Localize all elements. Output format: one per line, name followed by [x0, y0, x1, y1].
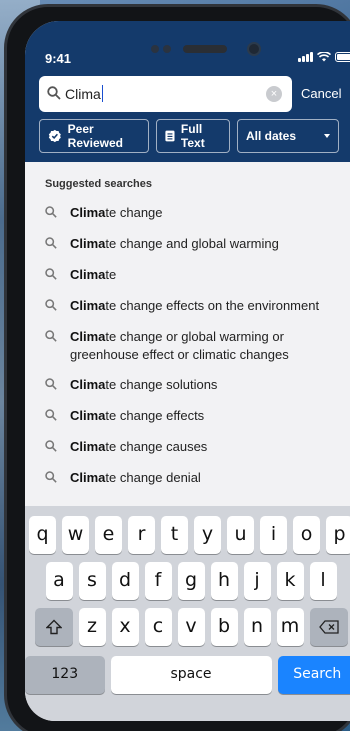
key-x[interactable]: x: [111, 608, 139, 646]
key-j[interactable]: j: [243, 562, 271, 600]
filter-bar: Peer Reviewed Full Text All dates: [39, 119, 339, 153]
key-b[interactable]: b: [210, 608, 238, 646]
search-icon: [45, 299, 57, 311]
search-icon: [47, 86, 61, 100]
suggestion-item[interactable]: Climate change or global warming or gree…: [25, 321, 350, 369]
key-n[interactable]: n: [243, 608, 271, 646]
key-s[interactable]: s: [78, 562, 106, 600]
status-icons: [298, 52, 350, 62]
keyboard-row-2: a s d f g h j k l: [25, 562, 350, 600]
suggestion-text: Climate: [70, 267, 117, 282]
key-a[interactable]: a: [45, 562, 73, 600]
keyboard-row-4: 123 space Search: [25, 656, 350, 694]
key-m[interactable]: m: [276, 608, 304, 646]
search-key[interactable]: Search: [277, 656, 350, 694]
backspace-icon: [318, 620, 339, 634]
search-icon: [45, 268, 57, 280]
suggestion-item[interactable]: Climate: [25, 259, 350, 290]
key-u[interactable]: u: [227, 516, 254, 554]
full-text-filter[interactable]: Full Text: [156, 119, 230, 153]
key-v[interactable]: v: [177, 608, 205, 646]
app-screen: 9:41 Clima × Cancel Peer Reviewed Full T…: [25, 21, 350, 721]
suggestion-text: Climate change: [70, 205, 163, 220]
suggestion-text: Climate change denial: [70, 470, 201, 485]
key-y[interactable]: y: [194, 516, 221, 554]
key-l[interactable]: l: [309, 562, 337, 600]
suggestion-text: Climate change and global warming: [70, 236, 279, 251]
suggestion-item[interactable]: Climate change causes: [25, 431, 350, 462]
shift-key[interactable]: [34, 608, 73, 646]
suggestion-item[interactable]: Climate change denial: [25, 462, 350, 493]
battery-icon: [335, 52, 350, 62]
keyboard-row-3: z x c v b n m: [25, 608, 350, 646]
full-text-label: Full Text: [180, 122, 205, 150]
date-range-label: All dates: [246, 129, 297, 143]
suggestion-text: Climate change effects on the environmen…: [70, 298, 320, 313]
search-icon: [45, 330, 57, 342]
numbers-key[interactable]: 123: [25, 656, 105, 694]
suggested-searches-heading: Suggested searches: [45, 178, 152, 190]
key-h[interactable]: h: [210, 562, 238, 600]
suggestion-item[interactable]: Climate change solutions: [25, 369, 350, 400]
search-query-text: Clima: [65, 85, 104, 102]
shift-icon: [44, 619, 63, 635]
key-q[interactable]: q: [29, 516, 56, 554]
clear-search-icon[interactable]: ×: [266, 86, 282, 102]
suggestion-item[interactable]: Climate change effects: [25, 400, 350, 431]
status-time: 9:41: [45, 51, 72, 66]
on-screen-keyboard: q w e r t y u i o p a s d f g h j k l z …: [25, 506, 350, 721]
search-icon: [45, 409, 57, 421]
camera-notch: [143, 39, 273, 61]
search-query: Clima: [65, 85, 101, 102]
key-e[interactable]: e: [95, 516, 122, 554]
suggestion-text: Climate change or global warming or gree…: [70, 329, 289, 362]
document-icon: [165, 130, 175, 142]
verified-badge-icon: [48, 129, 61, 143]
key-c[interactable]: c: [144, 608, 172, 646]
text-cursor: [101, 85, 104, 102]
key-d[interactable]: d: [111, 562, 139, 600]
search-icon: [45, 440, 57, 452]
key-p[interactable]: p: [326, 516, 350, 554]
key-t[interactable]: t: [161, 516, 188, 554]
suggestion-text: Climate change effects: [70, 408, 205, 423]
suggestion-item[interactable]: Climate change effects on the environmen…: [25, 290, 350, 321]
suggestion-item[interactable]: Climate change: [25, 197, 350, 228]
search-icon: [45, 206, 57, 218]
search-icon: [45, 471, 57, 483]
cellular-signal-icon: [298, 52, 313, 62]
key-z[interactable]: z: [78, 608, 106, 646]
keyboard-row-1: q w e r t y u i o p: [25, 516, 350, 554]
suggestion-text: Climate change causes: [70, 439, 208, 454]
suggestion-item[interactable]: Climate change and global warming: [25, 228, 350, 259]
search-icon: [45, 237, 57, 249]
key-r[interactable]: r: [128, 516, 155, 554]
suggestion-list: Climate change Climate change and global…: [25, 197, 350, 493]
chevron-down-icon: [324, 134, 330, 138]
key-g[interactable]: g: [177, 562, 205, 600]
space-key[interactable]: space: [110, 656, 272, 694]
date-range-dropdown[interactable]: All dates: [237, 119, 339, 153]
search-icon: [45, 378, 57, 390]
search-input[interactable]: Clima ×: [39, 76, 292, 112]
key-i[interactable]: i: [260, 516, 287, 554]
wifi-icon: [317, 52, 331, 62]
phone-frame: 9:41 Clima × Cancel Peer Reviewed Full T…: [4, 4, 350, 731]
cancel-button[interactable]: Cancel: [301, 86, 341, 101]
suggestion-text: Climate change solutions: [70, 377, 218, 392]
key-k[interactable]: k: [276, 562, 304, 600]
key-f[interactable]: f: [144, 562, 172, 600]
key-o[interactable]: o: [293, 516, 320, 554]
backspace-key[interactable]: [309, 608, 348, 646]
key-w[interactable]: w: [62, 516, 89, 554]
peer-reviewed-label: Peer Reviewed: [67, 122, 124, 150]
peer-reviewed-filter[interactable]: Peer Reviewed: [39, 119, 149, 153]
